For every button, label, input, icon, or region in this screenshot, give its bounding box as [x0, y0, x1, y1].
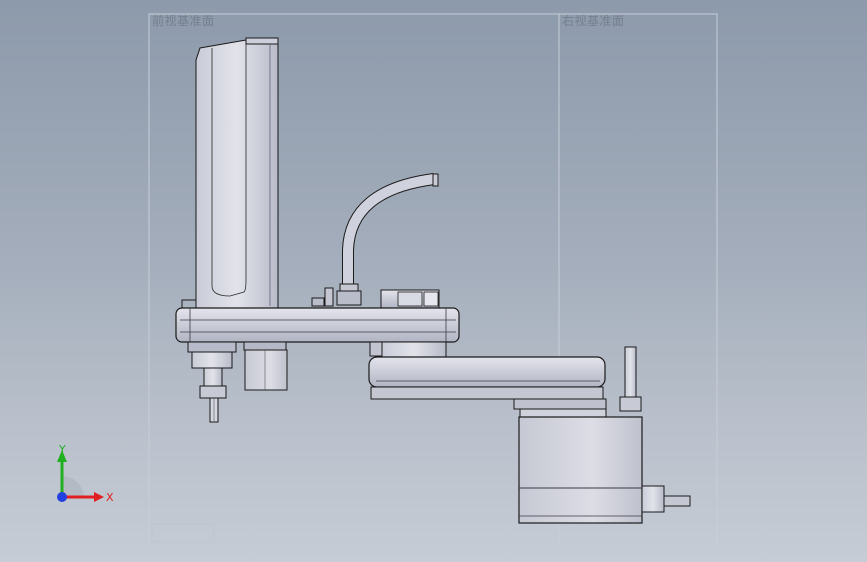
x-axis-arrowhead: [94, 492, 104, 502]
right-plane-label: 右视基准面: [562, 14, 625, 28]
robot-arm-1[interactable]: [175, 307, 460, 343]
z-axis-dot: [57, 492, 67, 502]
scara-robot-model[interactable]: [0, 0, 867, 562]
robot-column[interactable]: [181, 37, 279, 309]
quill-shaft: [619, 346, 642, 412]
x-axis-label: X: [106, 491, 114, 504]
joint-1-spindle: [187, 341, 237, 423]
cad-viewport[interactable]: 前视基准面 右视基准面 Y X: [0, 0, 867, 562]
coordinate-triad: Y X: [57, 443, 114, 504]
cable-hose: [336, 173, 439, 306]
cable-gland: [641, 485, 691, 513]
robot-arm-2[interactable]: [368, 356, 606, 400]
y-axis-label: Y: [58, 443, 66, 456]
robot-base[interactable]: [518, 416, 643, 524]
front-plane-label: 前视基准面: [152, 14, 215, 28]
joint-2-housing: [369, 341, 447, 359]
origin-marker: [151, 523, 215, 543]
arm1-connectors: [311, 287, 440, 309]
base-flange: [513, 398, 607, 418]
joint-1-motor: [243, 341, 288, 391]
